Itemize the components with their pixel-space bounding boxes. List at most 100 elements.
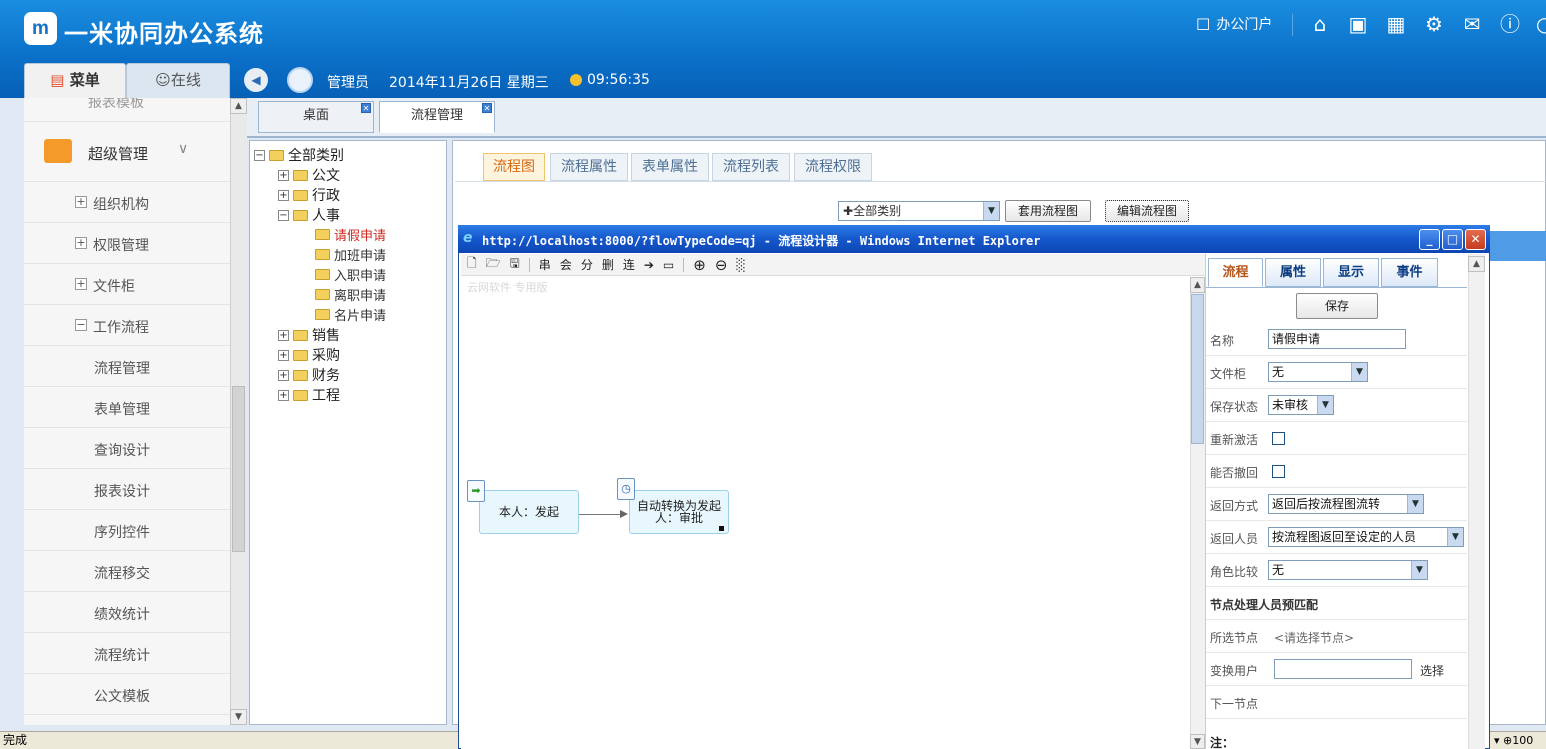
sidebar-item-cabinet[interactable]: + 文件柜 [24,264,230,305]
tab-attributes[interactable]: 属性 [1265,258,1321,287]
scroll-up-arrow[interactable]: ▲ [1190,277,1205,293]
tab-form-properties[interactable]: 表单属性 [631,153,709,181]
switch-user-input[interactable] [1274,659,1412,679]
tab-display[interactable]: 显示 [1323,258,1379,287]
cabinet-select[interactable]: 无 ▼ [1268,362,1368,382]
tab-flow-properties[interactable]: 流程属性 [550,153,628,181]
scroll-down-arrow[interactable]: ▼ [230,709,247,725]
grid-icon[interactable]: ░ [736,258,745,272]
flow-node-start[interactable]: 本人：发起 [479,490,579,534]
close-window-button[interactable]: ✕ [1465,229,1486,250]
tree-leaf[interactable]: 离职申请 [315,285,386,304]
calendar-icon[interactable]: ▦ [1384,12,1408,36]
tree-leaf-leave-request[interactable]: 请假申请 [315,225,386,244]
open-folder-icon[interactable]: 🗁 [486,254,501,275]
tab-online[interactable]: ☺在线 [126,63,230,98]
sidebar-subitem[interactable]: 流程统计 [24,633,230,674]
flow-edge[interactable] [579,514,623,515]
tree-node[interactable]: − 人事 [278,205,340,225]
folder-icon [293,329,308,341]
tree-node[interactable]: + 销售 [278,325,340,345]
sidebar-subitem[interactable]: 绩效统计 [24,592,230,633]
scroll-up-arrow[interactable]: ▲ [1468,256,1485,272]
close-icon[interactable]: ✕ [482,103,492,113]
revoke-checkbox[interactable] [1272,465,1285,478]
tab-flow-management[interactable]: 流程管理 ✕ [379,101,495,133]
tree-node[interactable]: + 工程 [278,385,340,405]
collapse-sidebar-button[interactable]: ◀ [244,68,268,92]
maximize-button[interactable]: □ [1442,229,1463,250]
close-icon[interactable]: ✕ [361,103,371,113]
ruler-icon[interactable]: ▭ [663,258,674,272]
sidebar-subitem[interactable]: 流程移交 [24,551,230,592]
tool-delete[interactable]: 删 [602,256,614,273]
sidebar-scroll-thumb[interactable] [232,386,245,552]
sidebar-item-report-template[interactable]: 报表模板 [24,98,230,122]
tab-flowchart[interactable]: 流程图 [483,153,545,181]
apply-flowchart-button[interactable]: 套用流程图 [1005,200,1091,222]
tab-menu[interactable]: ▤ 菜单 [24,63,126,98]
new-file-icon[interactable]: 🗋 [467,254,477,275]
canvas-scroll-thumb[interactable] [1191,294,1204,444]
sidebar-item-permission[interactable]: + 权限管理 [24,223,230,264]
sidebar-subitem[interactable]: 报表设计 [24,469,230,510]
scroll-up-arrow[interactable]: ▲ [230,98,247,114]
user-icon: ☺ [155,71,171,89]
gear-icon[interactable]: ⚙ [1422,12,1446,36]
tree-leaf[interactable]: 入职申请 [315,265,386,284]
tree-node[interactable]: + 财务 [278,365,340,385]
sidebar-subitem[interactable]: 查询设计 [24,428,230,469]
reactivate-checkbox[interactable] [1272,432,1285,445]
role-compare-select[interactable]: 无 ▼ [1268,560,1428,580]
zoom-in-icon[interactable]: ⊕ [693,256,706,274]
sidebar-subitem[interactable]: 公文模板 [24,674,230,715]
return-user-select[interactable]: 按流程图返回至设定的人员 ▼ [1268,527,1464,547]
zoom-out-icon[interactable]: ⊖ [715,256,728,274]
tree-root[interactable]: − 全部类别 [254,145,344,165]
save-icon[interactable]: 🖫 [510,254,520,275]
tool-serial[interactable]: 串 [539,256,551,273]
logout-icon[interactable]: ○ [1536,12,1546,36]
tree-leaf[interactable]: 名片申请 [315,305,386,324]
arrow-right-icon[interactable]: ➔ [644,258,654,272]
sidebar-subitem[interactable]: 序列控件 [24,510,230,551]
sidebar-item-org[interactable]: + 组织机构 [24,182,230,223]
return-mode-select[interactable]: 返回后按流程图流转 ▼ [1268,494,1424,514]
edit-flowchart-button[interactable]: 编辑流程图 [1105,200,1189,222]
tool-countersign[interactable]: 会 [560,256,572,273]
sidebar-group-super-admin[interactable]: 超级管理 ∨ [24,122,230,182]
select-user-link[interactable]: 选择 [1420,662,1444,679]
tab-flow-permission[interactable]: 流程权限 [794,153,872,181]
tool-connect[interactable]: 连 [623,256,635,273]
collapse-icon: − [75,318,87,331]
tab-desktop[interactable]: 桌面 ✕ [258,101,374,133]
tab-events[interactable]: 事件 [1381,258,1438,287]
store-icon[interactable]: ▣ [1346,12,1370,36]
sidebar-subitem[interactable]: 表单管理 [24,387,230,428]
tool-split[interactable]: 分 [581,256,593,273]
tree-leaf[interactable]: 加班申请 [315,245,386,264]
properties-scrollbar[interactable] [1468,254,1485,749]
tab-flow-list[interactable]: 流程列表 [712,153,790,181]
minimize-button[interactable]: _ [1419,229,1440,250]
save-state-select[interactable]: 未审核 ▼ [1268,395,1334,415]
mail-icon[interactable]: ✉ [1460,12,1484,36]
tree-node[interactable]: + 公文 [278,165,340,185]
office-portal-link[interactable]: ☐ 办公门户 [1196,14,1272,34]
home-icon[interactable]: ⌂ [1308,12,1332,36]
scroll-down-arrow[interactable]: ▼ [1190,734,1205,749]
category-select[interactable]: ✚全部类别 ▼ [838,201,1000,221]
tree-node[interactable]: + 行政 [278,185,340,205]
tab-flow[interactable]: 流程 [1208,258,1263,287]
sidebar-subitem[interactable]: 流程管理 [24,346,230,387]
tree-node[interactable]: + 采购 [278,345,340,365]
sidebar-item-workflow[interactable]: − 工作流程 [24,305,230,346]
status-bar-zoom[interactable]: ▾ ⊕100 [1490,731,1546,749]
help-icon[interactable]: ⓘ [1498,12,1522,36]
prop-row-cabinet: 文件柜 无 ▼ [1206,356,1467,389]
note-label: 注： [1210,736,1235,749]
flow-node-approve[interactable]: 自动转换为发起人：审批 [629,490,729,534]
save-button[interactable]: 保存 [1296,293,1378,319]
resize-handle[interactable] [719,526,724,531]
name-input[interactable]: 请假申请 [1268,329,1406,349]
